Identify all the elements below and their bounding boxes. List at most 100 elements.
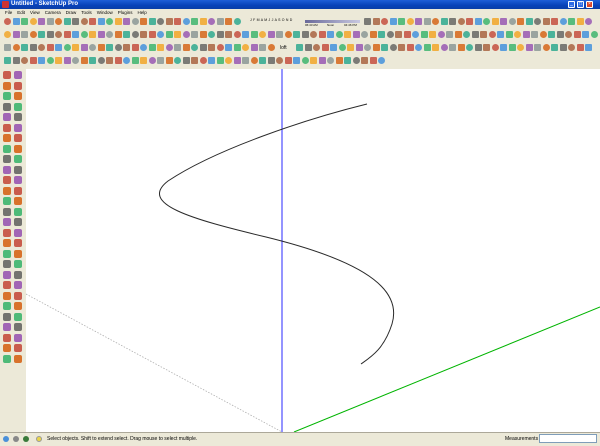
toolbar-tool-icon[interactable] (191, 18, 198, 25)
toolbar-tool-icon[interactable] (21, 44, 28, 51)
toolbar-tool-icon[interactable] (406, 18, 414, 25)
toolbar-tool-icon[interactable] (522, 31, 530, 38)
toolbar-tool-icon[interactable] (267, 57, 275, 64)
arc-icon[interactable] (3, 354, 11, 363)
toolbar-tool-icon[interactable] (347, 44, 354, 51)
toolbar-tool-icon[interactable] (582, 31, 589, 38)
credits-icon[interactable] (13, 436, 19, 442)
toolbar-tool-icon[interactable] (216, 57, 224, 64)
toolbar-tool-icon[interactable] (38, 18, 45, 25)
push-pull-icon[interactable] (14, 102, 22, 111)
minimize-button[interactable]: _ (568, 1, 575, 8)
geo-location-icon[interactable] (3, 436, 9, 442)
toolbar-tool-icon[interactable] (406, 44, 414, 51)
paint-icon[interactable] (3, 207, 11, 216)
toolbar-tool-icon[interactable] (420, 31, 428, 38)
toolbar-tool-icon[interactable] (199, 44, 207, 51)
toolbar-tool-icon[interactable] (97, 57, 105, 64)
toolbar-tool-icon[interactable] (556, 31, 564, 38)
toolbar-tool-icon[interactable] (361, 57, 368, 64)
toolbar-tool-icon[interactable] (63, 57, 71, 64)
toolbar-tool-icon[interactable] (551, 18, 558, 25)
toolbar-tool-icon[interactable] (454, 31, 462, 38)
toolbar-tool-icon[interactable] (483, 44, 490, 51)
toolbar-tool-icon[interactable] (369, 57, 377, 64)
offset-icon[interactable] (14, 123, 22, 132)
select-icon[interactable] (3, 323, 11, 331)
toolbar-tool-icon[interactable] (446, 31, 453, 38)
toolbar-tool-icon[interactable] (508, 18, 516, 25)
toolbar-tool-icon[interactable] (534, 44, 541, 51)
toolbar-tool-icon[interactable] (12, 44, 20, 51)
toolbar-tool-icon[interactable] (72, 18, 79, 25)
rotate-icon[interactable] (14, 113, 22, 121)
toolbar-tool-icon[interactable] (89, 18, 96, 25)
toolbar-tool-icon[interactable] (242, 31, 249, 38)
toolbar-tool-icon[interactable] (63, 31, 71, 38)
toolbar-tool-icon[interactable] (517, 18, 524, 25)
toolbar-tool-icon[interactable] (259, 57, 266, 64)
toolbar-tool-icon[interactable] (364, 44, 371, 51)
toolbar-tool-icon[interactable] (242, 44, 249, 51)
toolbar-tool-icon[interactable] (415, 18, 422, 25)
toolbar-tool-icon[interactable] (471, 31, 479, 38)
toolbar-tool-icon[interactable] (4, 44, 11, 51)
zoom-extents-icon[interactable] (3, 176, 11, 184)
menu-file[interactable]: File (5, 9, 12, 16)
toolbar-tool-icon[interactable] (576, 44, 584, 51)
paint-icon[interactable] (3, 81, 11, 90)
push-pull-icon[interactable] (14, 354, 22, 363)
circle-icon[interactable] (14, 344, 22, 352)
toolbar-tool-icon[interactable] (29, 31, 37, 38)
move-icon[interactable] (3, 239, 11, 247)
toolbar-tool-icon[interactable] (46, 44, 54, 51)
toolbar-tool-icon[interactable] (293, 57, 300, 64)
rectangle-icon[interactable] (3, 218, 11, 226)
toolbar-tool-icon[interactable] (4, 31, 11, 38)
scale-icon[interactable] (3, 249, 11, 258)
toolbar-tool-icon[interactable] (338, 44, 346, 51)
toolbar-tool-icon[interactable] (415, 44, 422, 51)
toolbar-tool-icon[interactable] (381, 44, 388, 51)
toolbar-tool-icon[interactable] (191, 31, 198, 38)
toolbar-tool-icon[interactable] (182, 44, 190, 51)
toolbar-tool-icon[interactable] (55, 18, 62, 25)
look-around-icon[interactable] (3, 186, 11, 195)
toolbar-tool-icon[interactable] (440, 44, 448, 51)
toolbar-tool-icon[interactable] (466, 18, 473, 25)
toolbar-tool-icon[interactable] (140, 31, 147, 38)
toolbar-tool-icon[interactable] (369, 31, 377, 38)
line-icon[interactable] (14, 333, 22, 342)
toolbar-tool-icon[interactable] (199, 18, 207, 25)
menu-plugins[interactable]: Plugins (118, 9, 133, 16)
drawing-canvas[interactable] (25, 69, 600, 433)
toolbar-tool-icon[interactable] (131, 57, 139, 64)
toolbar-tool-icon[interactable] (525, 44, 533, 51)
toolbar-tool-icon[interactable] (372, 18, 380, 25)
menu-camera[interactable]: Camera (45, 9, 61, 16)
toolbar-tool-icon[interactable] (250, 44, 258, 51)
toolbar-tool-icon[interactable] (250, 57, 258, 64)
toolbar-tool-icon[interactable] (114, 57, 122, 64)
toolbar-tool-icon[interactable] (514, 31, 521, 38)
protractor-icon[interactable] (14, 260, 22, 268)
toolbar-tool-icon[interactable] (148, 57, 156, 64)
toolbar-tool-icon[interactable] (327, 31, 334, 38)
toolbar-tool-icon[interactable] (352, 31, 360, 38)
section-plane-icon[interactable] (14, 186, 22, 195)
toolbar-tool-icon[interactable] (131, 18, 139, 25)
toolbar-tool-icon[interactable] (296, 44, 303, 51)
toolbar-tool-icon[interactable] (114, 31, 122, 38)
toolbar-tool-icon[interactable] (157, 44, 164, 51)
toolbar-tool-icon[interactable] (480, 31, 487, 38)
toolbar-tool-icon[interactable] (80, 57, 88, 64)
toolbar-tool-icon[interactable] (517, 44, 524, 51)
toolbar-tool-icon[interactable] (46, 57, 54, 64)
toolbar-tool-icon[interactable] (114, 44, 122, 51)
orbit-icon[interactable] (3, 155, 11, 163)
toolbar-tool-icon[interactable] (191, 44, 198, 51)
menu-view[interactable]: View (30, 9, 40, 16)
menu-draw[interactable]: Draw (66, 9, 77, 16)
toolbar-tool-icon[interactable] (106, 18, 113, 25)
toolbar-tool-icon[interactable] (225, 57, 232, 64)
